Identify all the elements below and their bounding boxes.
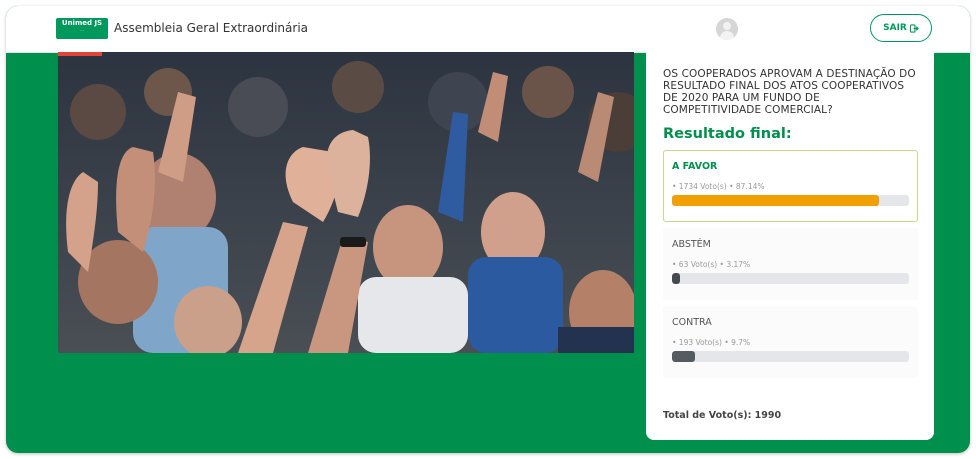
top-bar: Unimed JS ... Assembleia Geral Extraordi… [6, 6, 970, 53]
user-avatar-icon[interactable] [716, 18, 738, 40]
option-stats: • 1734 Voto(s) • 87.14% [672, 182, 765, 191]
option-abstem: ABSTÉM • 63 Voto(s) • 3.17% [663, 228, 918, 300]
logo-text: Unimed JS [61, 19, 103, 27]
progress-fill [672, 351, 695, 362]
app-window: Unimed JS ... Assembleia Geral Extraordi… [6, 6, 970, 453]
option-a-favor: A FAVOR • 1734 Voto(s) • 87.14% [663, 150, 918, 222]
option-stats: • 193 Voto(s) • 9.7% [672, 338, 751, 347]
unimed-logo: Unimed JS ... [56, 18, 108, 39]
logout-icon [909, 23, 919, 33]
option-contra: CONTRA • 193 Voto(s) • 9.7% [663, 306, 918, 378]
progress-bar [672, 195, 909, 206]
option-stats: • 63 Voto(s) • 3.17% [672, 260, 751, 269]
option-label: ABSTÉM [672, 239, 711, 250]
poll-question: OS COOPERADOS APROVAM A DESTINAÇÃO DO RE… [663, 68, 916, 116]
option-label: CONTRA [672, 317, 712, 328]
progress-fill [672, 273, 680, 284]
total-votes: Total de Voto(s): 1990 [663, 410, 782, 421]
avatar-body [720, 31, 734, 40]
logo-subtext: ... [80, 26, 84, 32]
logout-button[interactable]: SAIR [870, 14, 932, 42]
assembly-photo [58, 52, 634, 353]
progress-fill [672, 195, 879, 206]
avatar-head [723, 22, 731, 30]
page-title: Assembleia Geral Extraordinária [114, 21, 309, 35]
crowd-raising-hands-image [58, 52, 634, 353]
progress-bar [672, 351, 909, 362]
result-title: Resultado final: [663, 126, 792, 142]
voting-result-card: OS COOPERADOS APROVAM A DESTINAÇÃO DO RE… [646, 52, 934, 440]
progress-bar [672, 273, 909, 284]
option-label: A FAVOR [672, 161, 718, 172]
logout-label: SAIR [883, 23, 907, 33]
